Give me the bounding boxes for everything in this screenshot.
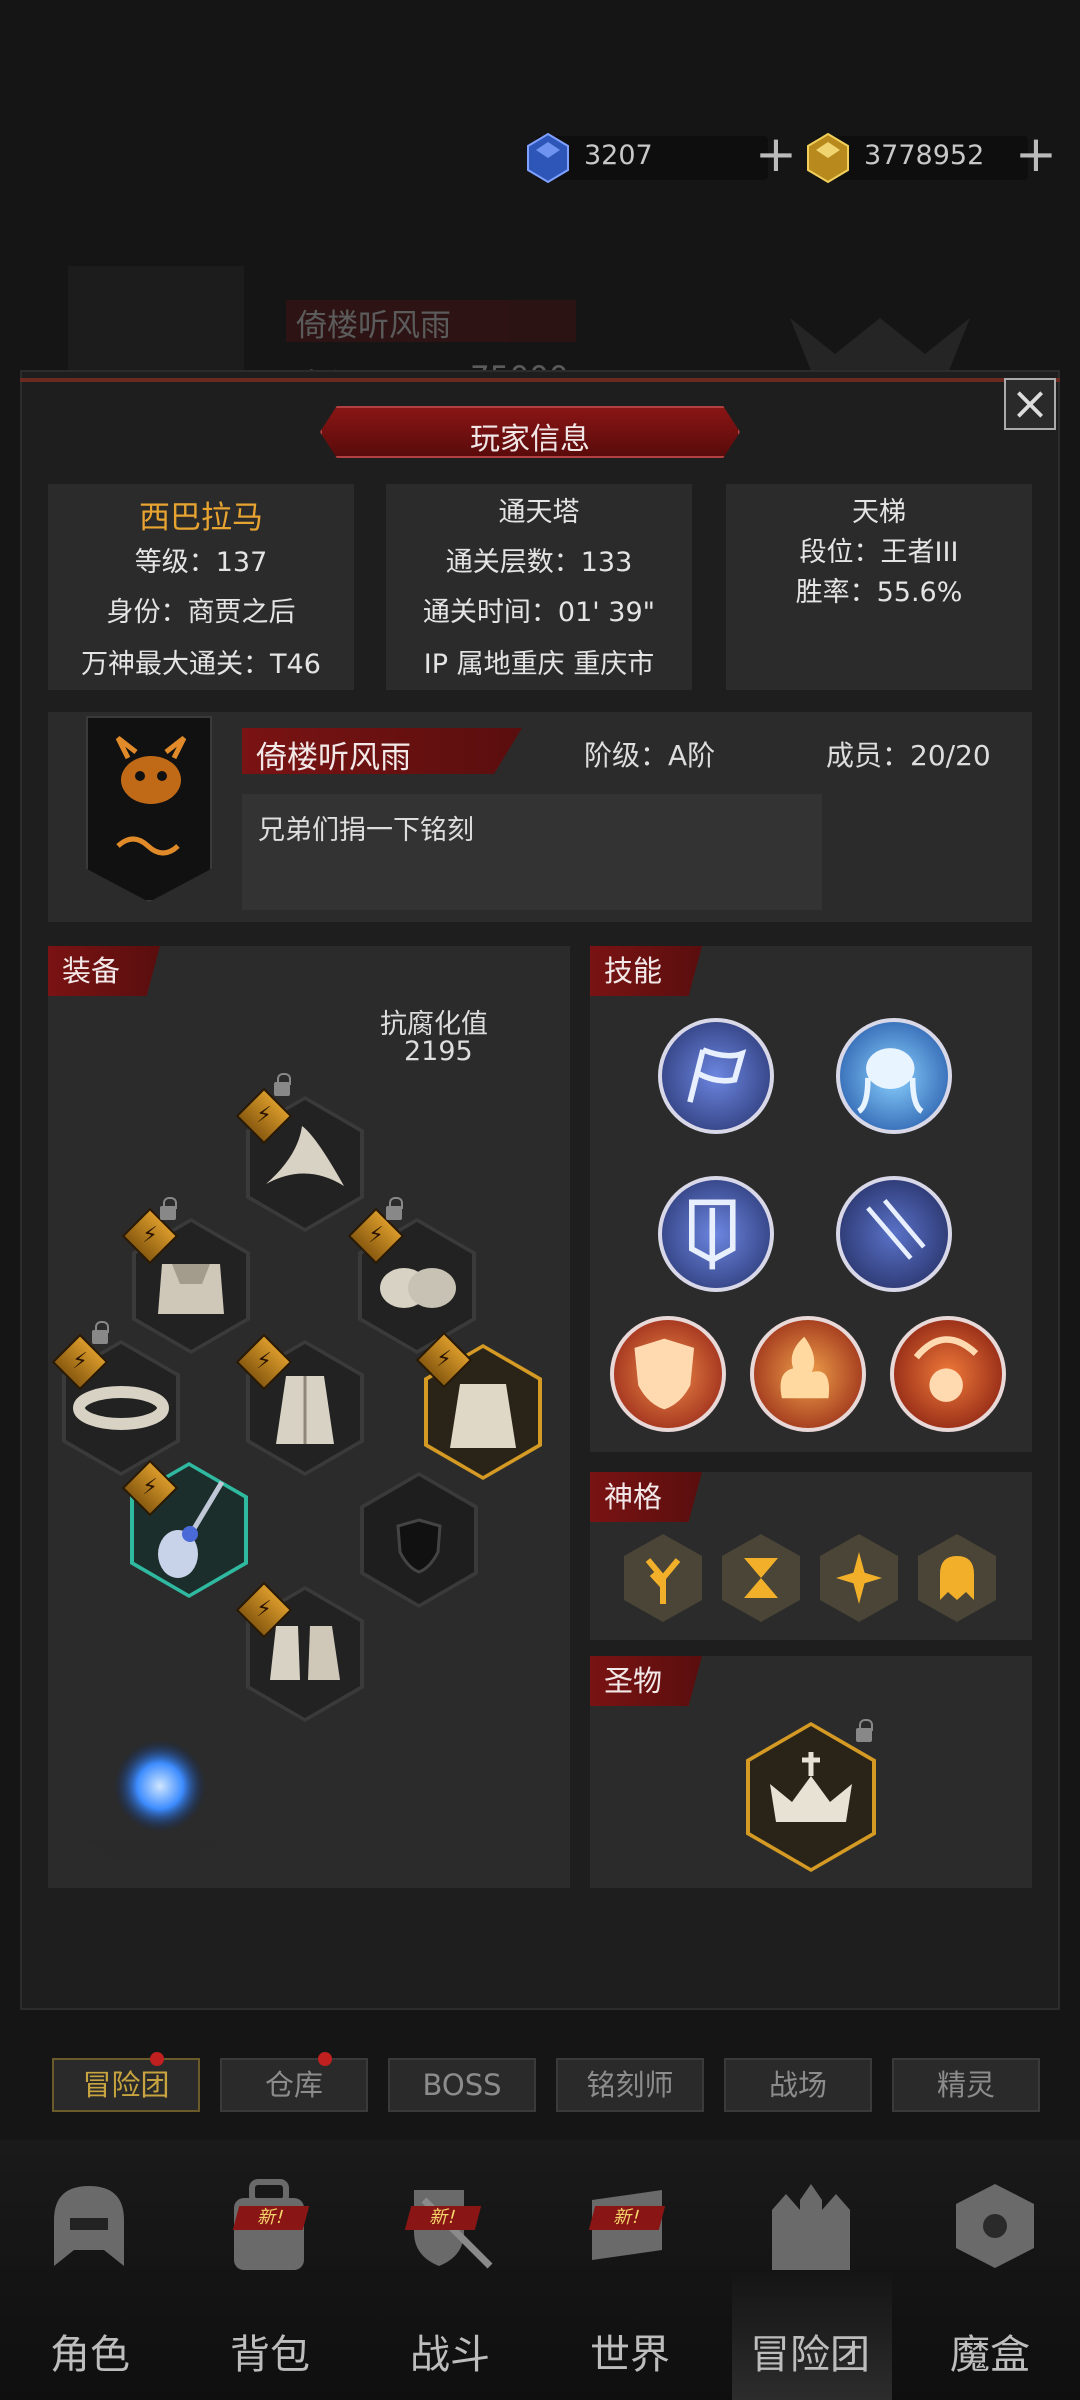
flame-warrior-skill-icon bbox=[780, 1336, 830, 1399]
corruption-resist-value: 2195 bbox=[404, 1036, 473, 1067]
gloves-lock-icon bbox=[386, 1197, 403, 1220]
skills-label: 技能 bbox=[590, 946, 703, 996]
ip-location: IP 属地重庆 重庆市 bbox=[423, 649, 655, 680]
subtab-boss[interactable]: BOSS bbox=[388, 2058, 536, 2112]
hat-lock-icon bbox=[274, 1073, 291, 1096]
player-panel: 西巴拉马 等级：137 身份：商贾之后 万神最大通关：T46 bbox=[48, 484, 354, 690]
relic-lock-icon bbox=[856, 1719, 873, 1742]
fire-shield-skill-icon bbox=[634, 1338, 695, 1410]
skill-slot-5[interactable] bbox=[610, 1316, 726, 1432]
tower-title: 通天塔 bbox=[498, 497, 580, 528]
tower-time: 通关时间：01' 39" bbox=[422, 597, 656, 628]
armor-lock-icon bbox=[160, 1197, 177, 1220]
nav-character[interactable]: 角色 bbox=[0, 2322, 180, 2380]
skill-slot-1[interactable] bbox=[658, 1018, 774, 1134]
divinity-label: 神格 bbox=[590, 1472, 703, 1522]
diamond-value: 3207 bbox=[584, 140, 653, 171]
ladder-panel: 天梯 段位：王者III 胜率：55.6% bbox=[726, 484, 1032, 690]
guild-banner bbox=[86, 716, 212, 902]
subtab-warehouse[interactable]: 仓库 bbox=[220, 2058, 368, 2112]
skill-slot-3[interactable] bbox=[658, 1176, 774, 1292]
nav-battle[interactable]: 战斗 bbox=[360, 2322, 540, 2380]
subtab-battlefield[interactable]: 战场 bbox=[724, 2058, 872, 2112]
subtab-elf[interactable]: 精灵 bbox=[892, 2058, 1040, 2112]
nav-backpack[interactable]: 背包 bbox=[180, 2322, 360, 2380]
guild-grade: 阶级：A阶 bbox=[584, 739, 716, 772]
add-diamond-button[interactable]: + bbox=[754, 129, 798, 179]
adventure-castle-icon bbox=[772, 2184, 850, 2270]
backpack-new-tag: 新! bbox=[232, 2206, 310, 2230]
add-gold-button[interactable]: + bbox=[1014, 129, 1058, 179]
guild-emblem-icon bbox=[115, 736, 187, 856]
soul-orb[interactable] bbox=[80, 1690, 230, 1860]
guild-members: 成员：20/20 bbox=[826, 739, 991, 772]
war-banner-skill-icon bbox=[689, 1199, 736, 1270]
subtab-adventure-notification-dot bbox=[150, 2052, 164, 2066]
player-pantheon: 万神最大通关：T46 bbox=[81, 649, 321, 680]
guild-notice: 兄弟们捐一下铭刻 bbox=[258, 815, 474, 846]
guild-name: 倚楼听风雨 bbox=[256, 740, 411, 776]
skill-slot-4[interactable] bbox=[836, 1176, 952, 1292]
subtab-engraver[interactable]: 铭刻师 bbox=[556, 2058, 704, 2112]
spirit-skill-icon bbox=[856, 1048, 924, 1114]
arrows-skill-icon bbox=[866, 1198, 926, 1260]
player-level: 等级：137 bbox=[134, 547, 268, 578]
player-identity: 身份：商贾之后 bbox=[106, 597, 296, 628]
blue-orb-icon bbox=[90, 1740, 220, 1858]
belt-lock-icon bbox=[92, 1321, 109, 1344]
modal-top-line bbox=[20, 378, 1060, 382]
subtab-warehouse-notification-dot bbox=[318, 2052, 332, 2066]
nav-magic-box[interactable]: 魔盒 bbox=[900, 2322, 1080, 2380]
diamond-icon bbox=[527, 132, 569, 184]
ladder-winrate: 胜率：55.6% bbox=[795, 577, 963, 608]
world-new-tag: 新! bbox=[588, 2206, 666, 2230]
equipment-label: 装备 bbox=[48, 946, 161, 996]
character-helmet-icon bbox=[54, 2186, 124, 2266]
skill-slot-6[interactable] bbox=[750, 1316, 866, 1432]
skill-slot-2[interactable] bbox=[836, 1018, 952, 1134]
modal-title: 玩家信息 bbox=[470, 422, 590, 457]
guild-notice-box: 兄弟们捐一下铭刻 bbox=[242, 794, 822, 910]
gold-crystal-icon bbox=[807, 132, 849, 184]
subtab-adventure-group[interactable]: 冒险团 bbox=[52, 2058, 200, 2112]
magic-box-icon bbox=[956, 2184, 1034, 2268]
ladder-title: 天梯 bbox=[852, 497, 906, 528]
banner-flag-skill-icon bbox=[687, 1047, 747, 1103]
ladder-rank: 段位：王者III bbox=[799, 537, 959, 568]
battle-new-tag: 新! bbox=[404, 2206, 482, 2230]
relic-label: 圣物 bbox=[590, 1656, 703, 1706]
tower-floors: 通关层数：133 bbox=[445, 547, 633, 578]
tower-panel: 通天塔 通关层数：133 通关时间：01' 39" IP 属地重庆 重庆市 bbox=[386, 484, 692, 690]
player-name: 西巴拉马 bbox=[139, 500, 263, 536]
nav-adventure-group[interactable]: 冒险团 bbox=[720, 2322, 900, 2380]
background-guild-header bbox=[68, 266, 244, 376]
nav-world[interactable]: 世界 bbox=[540, 2322, 720, 2380]
close-icon: × bbox=[1010, 376, 1050, 430]
skull-reaper-skill-icon bbox=[913, 1336, 979, 1402]
diamond-currency: 3207 + bbox=[527, 129, 797, 184]
background-guild-name: 倚楼听风雨 bbox=[286, 300, 576, 344]
close-button[interactable]: × bbox=[1004, 378, 1056, 430]
gold-currency: 3778952 + bbox=[807, 129, 1057, 184]
gold-value: 3778952 bbox=[864, 140, 985, 171]
skill-slot-7[interactable] bbox=[890, 1316, 1006, 1432]
